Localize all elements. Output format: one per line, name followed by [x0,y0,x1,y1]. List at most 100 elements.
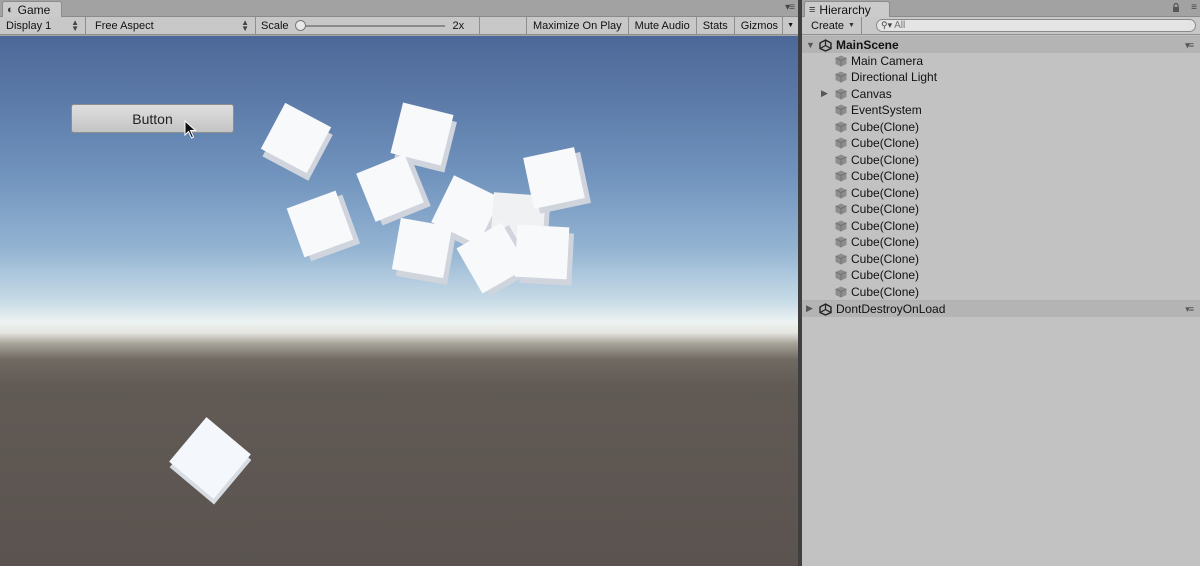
panel-menu-icon[interactable]: ▾≡ [785,2,795,13]
gameobject-cube-icon [835,170,847,182]
foldout-collapsed-icon[interactable]: ▶ [806,303,813,314]
hierarchy-item[interactable]: Cube(Clone) [802,251,1200,268]
hierarchy-item[interactable]: Cube(Clone) [802,185,1200,202]
hierarchy-item-label: Cube(Clone) [851,235,920,250]
game-ui-button[interactable]: Button [71,104,234,133]
hierarchy-item[interactable]: ▶ Canvas [802,86,1200,103]
unity-scene-icon [819,303,832,316]
tab-hierarchy-label: Hierarchy [819,2,871,17]
mute-audio-label: Mute Audio [634,19,690,32]
hierarchy-item-label: Cube(Clone) [851,119,920,134]
hierarchy-tabbar: ≡ Hierarchy ≡ [802,0,1200,17]
hierarchy-item[interactable]: Cube(Clone) [802,135,1200,152]
gameobject-cube-icon [835,236,847,248]
hierarchy-item-label: Cube(Clone) [851,169,920,184]
search-input[interactable] [894,20,1175,31]
stats-label: Stats [702,19,728,32]
panel-menu-icon[interactable]: ≡ [1191,2,1197,13]
gizmos-toggle[interactable]: Gizmos [735,17,784,34]
mouse-cursor-icon [184,120,197,139]
hierarchy-item[interactable]: EventSystem [802,102,1200,119]
hierarchy-item-label: Cube(Clone) [851,284,920,299]
display-dropdown-label: Display 1 [6,19,52,32]
create-dropdown[interactable]: Create ▼ [802,17,862,34]
hierarchy-panel: ≡ Hierarchy ≡ Create ▼ ⚲▾ ▼ MainScene ▾≡ [802,0,1200,566]
lock-icon[interactable] [1172,3,1180,12]
gameobject-cube-icon [835,55,847,66]
cube-object [523,147,585,209]
hierarchy-item[interactable]: Cube(Clone) [802,234,1200,251]
tab-game[interactable]: ◐ Game [2,1,62,17]
gameobject-cube-icon [835,220,847,231]
aspect-dropdown-label: Free Aspect [95,19,154,32]
mute-audio-toggle[interactable]: Mute Audio [629,17,697,34]
chevron-down-icon: ▼ [848,22,855,29]
scale-slider[interactable] [294,19,445,31]
hierarchy-toolbar: Create ▼ ⚲▾ [802,17,1200,35]
game-panel: ◐ Game ▾≡ Display 1 ▲ ▼ Free Aspect ▲ ▼ Sc… [0,0,798,566]
hierarchy-search[interactable]: ⚲▾ [876,19,1196,32]
hierarchy-item[interactable]: Cube(Clone) [802,218,1200,235]
hierarchy-item-label: Directional Light [851,70,938,85]
search-icon: ⚲▾ [881,20,893,30]
gameobject-cube-icon [835,253,847,264]
hierarchy-item-label: Cube(Clone) [851,218,920,233]
foldout-collapsed-icon[interactable]: ▶ [821,88,828,99]
stats-toggle[interactable]: Stats [697,17,735,34]
dropdown-arrows-icon: ▲ ▼ [241,17,249,33]
hierarchy-item[interactable]: Cube(Clone) [802,168,1200,185]
scale-slider-knob[interactable] [294,19,306,31]
hierarchy-item[interactable]: Main Camera [802,53,1200,70]
tab-game-label: Game [17,2,51,17]
game-ui-button-label: Button [132,110,173,127]
maximize-on-play-label: Maximize On Play [533,19,622,32]
hierarchy-item[interactable]: Cube(Clone) [802,284,1200,301]
gameobject-cube-icon [835,121,847,132]
game-viewport[interactable]: Button [0,36,798,566]
hierarchy-item-label: EventSystem [851,103,922,118]
display-dropdown[interactable]: Display 1 ▲ ▼ [0,17,86,34]
hierarchy-item[interactable]: Cube(Clone) [802,119,1200,136]
gameobject-cube-icon [835,154,847,165]
gizmos-dropdown[interactable]: ▼ [783,17,798,34]
foldout-expanded-icon[interactable]: ▼ [806,40,815,50]
toolbar-spacer [480,17,528,34]
scale-control: Scale 2x [256,17,480,34]
scene-row-mainscene[interactable]: ▼ MainScene ▾≡ [802,36,1200,53]
gameobject-cube-icon [835,104,847,116]
hierarchy-list-icon: ≡ [809,3,816,16]
hierarchy-item[interactable]: Cube(Clone) [802,267,1200,284]
unity-scene-icon [819,39,832,52]
scene-menu-icon[interactable]: ▾≡ [1185,40,1194,51]
hierarchy-tree: ▼ MainScene ▾≡ Main Camera Directional L… [802,36,1200,317]
gameobject-cube-icon [835,88,847,99]
hierarchy-item[interactable]: Directional Light [802,69,1200,86]
cube-object [169,417,251,499]
hierarchy-item-label: Cube(Clone) [851,202,920,217]
aspect-dropdown[interactable]: Free Aspect ▲ ▼ [86,17,256,34]
hierarchy-item-label: Main Camera [851,53,924,68]
hierarchy-item-label: Cube(Clone) [851,185,920,200]
scene-row-dontdestroyonload[interactable]: ▶ DontDestroyOnLoad ▾≡ [802,300,1200,317]
gameobject-cube-icon [835,187,847,198]
gameobject-cube-icon [835,203,847,215]
hierarchy-item[interactable]: Cube(Clone) [802,152,1200,169]
gameobject-cube-icon [835,137,847,149]
game-tabbar: ◐ Game ▾≡ [0,0,798,17]
hierarchy-item-label: Cube(Clone) [851,251,920,266]
game-controller-icon: ◐ [7,3,14,16]
dropdown-arrows-icon: ▲ ▼ [71,17,79,33]
gameobject-cube-icon [835,286,847,297]
scene-name: DontDestroyOnLoad [836,301,946,316]
gizmos-label: Gizmos [740,19,779,32]
scene-menu-icon[interactable]: ▾≡ [1185,304,1194,315]
gameobject-cube-icon [835,71,847,83]
maximize-on-play-toggle[interactable]: Maximize On Play [527,17,629,34]
hierarchy-item[interactable]: Cube(Clone) [802,201,1200,218]
tab-hierarchy[interactable]: ≡ Hierarchy [804,1,890,17]
scale-value: 2x [452,19,465,32]
hierarchy-item-label: Cube(Clone) [851,268,920,283]
gameobject-cube-icon [835,269,847,281]
game-toolbar: Display 1 ▲ ▼ Free Aspect ▲ ▼ Scale 2x Max… [0,17,798,35]
cube-object [260,102,332,174]
